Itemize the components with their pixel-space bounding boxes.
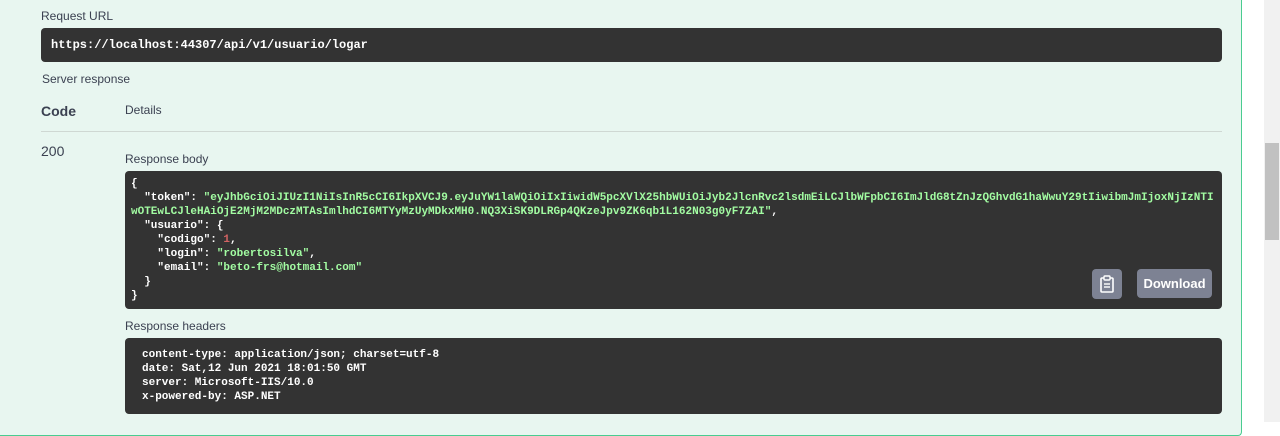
json-login-comma: , (309, 248, 316, 260)
download-button[interactable]: Download (1137, 269, 1212, 298)
copy-to-clipboard-button[interactable] (1092, 269, 1122, 299)
json-codigo-line: "codigo": 1, (131, 233, 1216, 247)
json-email-key: "email": (131, 262, 217, 274)
request-url-label: Request URL (41, 9, 114, 23)
json-token-key: "token": (144, 192, 204, 204)
json-login-key: "login": (131, 248, 217, 260)
table-divider (41, 131, 1222, 132)
json-close-brace: } (131, 290, 138, 302)
json-email-line: "email": "beto-frs@hotmail.com" (131, 261, 1216, 275)
json-usuario-key: "usuario": { (131, 220, 224, 232)
response-headers[interactable]: content-type: application/json; charset=… (125, 338, 1222, 414)
status-code: 200 (41, 143, 65, 159)
server-response-label: Server response (42, 72, 131, 86)
json-token-line: "token": "eyJhbGciOiJIUzI1NiIsInR5cCI6Ik… (131, 191, 1216, 219)
json-token-comma: , (771, 206, 778, 218)
response-body[interactable]: { "token": "eyJhbGciOiJIUzI1NiIsInR5cCI6… (125, 171, 1222, 309)
json-token-value: "eyJhbGciOiJIUzI1NiIsInR5cCI6IkpXVCJ9.ey… (131, 192, 1214, 218)
header-line: server: Microsoft-IIS/10.0 (142, 377, 314, 389)
json-login-value: "robertosilva" (216, 248, 310, 260)
request-url-value: https://localhost:44307/api/v1/usuario/l… (51, 38, 368, 52)
json-login-line: "login": "robertosilva", (131, 247, 1216, 261)
clipboard-icon (1100, 275, 1114, 293)
header-line: content-type: application/json; charset=… (142, 349, 440, 361)
response-headers-label: Response headers (125, 319, 226, 333)
json-codigo-key: "codigo": (131, 234, 224, 246)
header-line: date: Sat,12 Jun 2021 18:01:50 GMT (142, 363, 367, 375)
json-email-value: "beto-frs@hotmail.com" (216, 262, 363, 274)
json-codigo-comma: , (230, 234, 237, 246)
details-column-header: Details (125, 103, 162, 117)
header-line: x-powered-by: ASP.NET (142, 391, 281, 403)
json-usuario-close: } (131, 276, 151, 288)
response-body-label: Response body (125, 152, 209, 166)
code-column-header: Code (41, 103, 76, 119)
page-scrollbar-thumb[interactable] (1265, 143, 1279, 240)
request-url-box: https://localhost:44307/api/v1/usuario/l… (41, 28, 1222, 62)
json-open-brace: { (131, 178, 138, 190)
